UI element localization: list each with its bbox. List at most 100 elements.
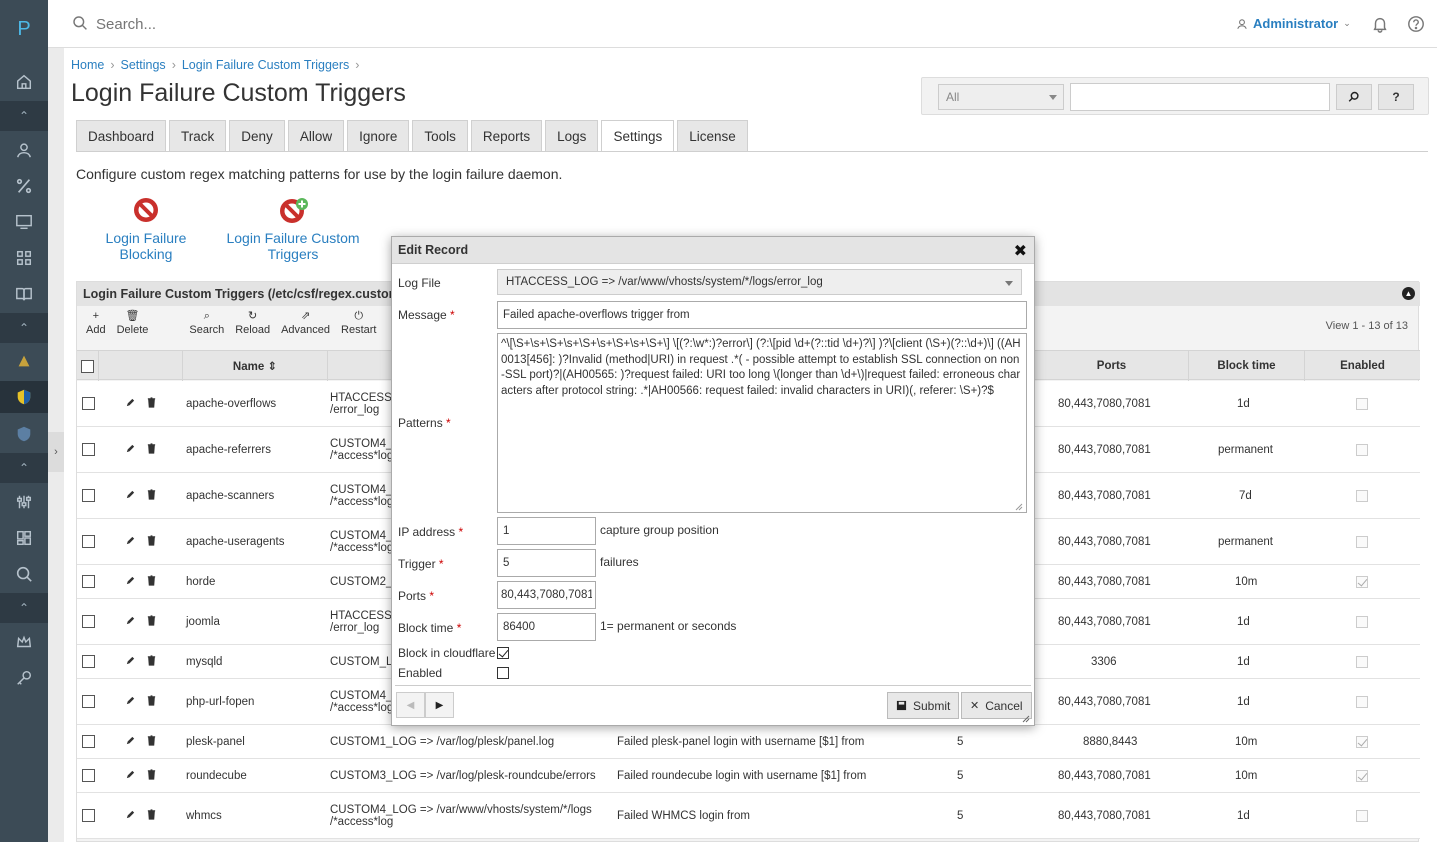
cube-icon[interactable]	[0, 419, 48, 449]
select-all-checkbox[interactable]	[81, 359, 94, 373]
tab-reports[interactable]: Reports	[470, 120, 543, 151]
edit-icon[interactable]	[125, 615, 136, 629]
user-icon[interactable]	[0, 135, 48, 165]
row-checkbox[interactable]	[82, 535, 95, 548]
tab-ignore[interactable]: Ignore	[347, 120, 410, 151]
tab-settings[interactable]: Settings	[601, 120, 675, 152]
message-input[interactable]	[497, 301, 1027, 329]
trash-icon[interactable]	[146, 768, 157, 783]
vpn-icon[interactable]	[0, 346, 48, 376]
trigger-input[interactable]	[497, 549, 596, 577]
notifications-icon[interactable]	[1371, 15, 1389, 33]
next-record-button[interactable]: ▶	[425, 692, 454, 718]
breadcrumb-home[interactable]: Home	[71, 58, 104, 72]
close-icon[interactable]: ✖	[1014, 241, 1027, 261]
key-icon[interactable]	[0, 663, 48, 693]
row-checkbox[interactable]	[82, 443, 95, 456]
tab-dashboard[interactable]: Dashboard	[76, 120, 167, 151]
filter-search-button[interactable]	[1336, 84, 1372, 110]
section-collapse-1[interactable]: ⌃	[0, 101, 48, 131]
sidebar-expand-button[interactable]: ›	[48, 432, 64, 472]
section-collapse-4[interactable]: ⌃	[0, 593, 48, 623]
trash-icon[interactable]	[146, 534, 157, 549]
collapse-grid-icon[interactable]: ▲	[1402, 287, 1415, 300]
enabled-column-header[interactable]: Enabled	[1305, 351, 1420, 381]
global-search-input[interactable]	[96, 12, 596, 36]
crown-icon[interactable]	[0, 627, 48, 657]
add-button[interactable]: + Add	[82, 308, 110, 344]
row-checkbox[interactable]	[82, 397, 95, 410]
tab-allow[interactable]: Allow	[287, 120, 345, 151]
patterns-textarea[interactable]: ^\[\S+\s+\S+\s+\S+\s+\S+\s+\S+\] \[(?:\w…	[497, 333, 1027, 513]
edit-icon[interactable]	[125, 769, 136, 783]
row-checkbox[interactable]	[82, 489, 95, 502]
trash-icon[interactable]	[146, 442, 157, 457]
grid-icon[interactable]	[0, 243, 48, 273]
trash-icon[interactable]	[146, 694, 157, 709]
help-icon[interactable]	[1407, 15, 1425, 33]
book-icon[interactable]	[0, 279, 48, 309]
user-menu[interactable]: Administrator ⌄	[1236, 16, 1351, 31]
table-row[interactable]: whmcs CUSTOM4_LOG => /var/www/vhosts/sys…	[77, 793, 1420, 839]
row-checkbox[interactable]	[82, 575, 95, 588]
sliders-icon[interactable]	[0, 487, 48, 517]
breadcrumb-settings[interactable]: Settings	[121, 58, 166, 72]
breadcrumb-current[interactable]: Login Failure Custom Triggers	[182, 58, 349, 72]
login-failure-blocking-button[interactable]: Login Failure Blocking	[104, 196, 188, 262]
edit-icon[interactable]	[125, 397, 136, 411]
filter-select[interactable]: All	[938, 84, 1064, 110]
dashboard-icon[interactable]	[0, 523, 48, 553]
edit-icon[interactable]	[125, 489, 136, 503]
filter-input[interactable]	[1070, 83, 1330, 111]
trash-icon[interactable]	[146, 614, 157, 629]
trash-icon[interactable]	[146, 808, 157, 823]
ports-input[interactable]	[497, 581, 596, 609]
row-checkbox[interactable]	[82, 655, 95, 668]
tab-logs[interactable]: Logs	[545, 120, 599, 151]
row-checkbox[interactable]	[82, 769, 95, 782]
trash-icon[interactable]	[146, 488, 157, 503]
edit-icon[interactable]	[125, 809, 136, 823]
edit-icon[interactable]	[125, 535, 136, 549]
trash-icon[interactable]	[146, 734, 157, 749]
monitor-icon[interactable]	[0, 207, 48, 237]
trash-icon[interactable]	[146, 396, 157, 411]
row-checkbox[interactable]	[82, 735, 95, 748]
row-checkbox[interactable]	[82, 809, 95, 822]
prev-record-button[interactable]: ◀	[396, 692, 425, 718]
table-row[interactable]: plesk-panel CUSTOM1_LOG => /var/log/ples…	[77, 725, 1420, 759]
delete-button[interactable]: 🗑 Delete	[113, 308, 153, 344]
section-collapse-2[interactable]: ⌃	[0, 313, 48, 343]
trash-icon[interactable]	[146, 574, 157, 589]
login-failure-custom-triggers-button[interactable]: Login Failure Custom Triggers	[222, 196, 364, 262]
dialog-resize-icon[interactable]	[1022, 715, 1030, 723]
home-icon[interactable]	[0, 67, 48, 97]
row-checkbox[interactable]	[82, 615, 95, 628]
tab-track[interactable]: Track	[169, 120, 227, 151]
tab-deny[interactable]: Deny	[229, 120, 285, 151]
trash-icon[interactable]	[146, 654, 157, 669]
restart-button[interactable]: ⏻ Restart	[337, 308, 380, 344]
edit-icon[interactable]	[125, 735, 136, 749]
name-column-header[interactable]: Name ⇕	[183, 351, 328, 381]
plesk-logo[interactable]: P	[0, 18, 48, 41]
cloudflare-checkbox[interactable]	[497, 647, 509, 659]
enabled-checkbox[interactable]	[497, 667, 509, 679]
search-button[interactable]: ⌕ Search	[185, 308, 228, 344]
percent-icon[interactable]	[0, 171, 48, 201]
search-icon[interactable]	[0, 559, 48, 589]
edit-icon[interactable]	[125, 655, 136, 669]
section-collapse-3[interactable]: ⌃	[0, 453, 48, 483]
reload-button[interactable]: ↻ Reload	[231, 308, 274, 344]
edit-icon[interactable]	[125, 695, 136, 709]
tab-tools[interactable]: Tools	[412, 120, 468, 151]
ip-input[interactable]	[497, 517, 596, 545]
shield-icon[interactable]	[0, 381, 48, 413]
advanced-button[interactable]: ⇗ Advanced	[277, 308, 334, 344]
ports-column-header[interactable]: Ports	[1035, 351, 1189, 381]
logfile-select[interactable]: HTACCESS_LOG => /var/www/vhosts/system/*…	[497, 269, 1022, 295]
filter-help-button[interactable]: ?	[1378, 84, 1414, 110]
row-checkbox[interactable]	[82, 695, 95, 708]
cancel-button[interactable]: ✕ Cancel	[961, 692, 1032, 719]
edit-icon[interactable]	[125, 443, 136, 457]
